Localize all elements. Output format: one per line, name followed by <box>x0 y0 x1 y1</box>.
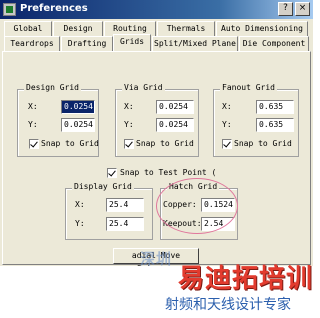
preferences-window: Preferences ? × Global Design Routing Th… <box>0 0 313 318</box>
tab-design[interactable]: Design <box>53 21 103 36</box>
fanout-grid-x-input[interactable]: 0.635 <box>256 100 294 114</box>
fanout-grid-x-label: X: <box>222 102 232 111</box>
tab-strip: Global Design Routing Thermals Auto Dime… <box>2 20 311 52</box>
design-grid-x-input[interactable]: 0.0254 <box>61 100 95 114</box>
fanout-grid-snap-checkbox[interactable] <box>222 139 232 149</box>
fanout-grid-y-label: Y: <box>222 120 232 129</box>
design-grid-snap-label: Snap to Grid <box>41 139 99 148</box>
tab-auto-dimensioning[interactable]: Auto Dimensioning <box>216 21 308 36</box>
app-icon <box>3 3 16 16</box>
tab-split-mixed-plane[interactable]: Split/Mixed Plane <box>152 36 238 51</box>
via-grid-y-label: Y: <box>124 120 134 129</box>
display-grid-group: Display Grid X: 25.4 Y: 25.4 <box>65 182 153 240</box>
fanout-grid-y-input[interactable]: 0.635 <box>256 118 294 132</box>
window-title: Preferences <box>20 3 88 14</box>
design-grid-y-input[interactable]: 0.0254 <box>61 118 95 132</box>
design-grid-x-label: X: <box>28 102 38 111</box>
via-grid-snap-checkbox[interactable] <box>124 139 134 149</box>
watermark-text-2: 易迪拓培训 <box>178 264 314 294</box>
close-button[interactable]: × <box>295 2 310 16</box>
snap-test-point-label: Snap to Test Point ( <box>120 168 217 177</box>
via-grid-x-input[interactable]: 0.0254 <box>156 100 194 114</box>
fanout-grid-group: Fanout Grid X: 0.635 Y: 0.635 Snap to Gr… <box>213 83 299 157</box>
fanout-grid-title: Fanout Grid <box>220 83 277 92</box>
fanout-grid-snap-label: Snap to Grid <box>234 139 292 148</box>
display-grid-x-label: X: <box>75 200 85 209</box>
via-grid-x-label: X: <box>124 102 134 111</box>
tab-global[interactable]: Global <box>4 21 52 36</box>
display-grid-x-input[interactable]: 25.4 <box>106 198 144 212</box>
watermark-text-1: 深圳 <box>140 250 173 268</box>
watermark-text-3: 射频和天线设计专家 <box>165 297 291 313</box>
tab-teardrops[interactable]: Teardrops <box>4 36 60 51</box>
design-grid-snap-checkbox[interactable] <box>29 139 39 149</box>
design-grid-title: Design Grid <box>24 83 81 92</box>
snap-test-point-checkbox[interactable] <box>107 168 117 178</box>
display-grid-y-label: Y: <box>75 219 85 228</box>
via-grid-group: Via Grid X: 0.0254 Y: 0.0254 Snap to Gri… <box>115 83 199 157</box>
tab-thermals[interactable]: Thermals <box>157 21 215 36</box>
via-grid-y-input[interactable]: 0.0254 <box>156 118 194 132</box>
tab-grids[interactable]: Grids <box>113 34 151 51</box>
display-grid-title: Display Grid <box>72 182 134 191</box>
via-grid-snap-label: Snap to Grid <box>136 139 194 148</box>
grids-panel: Design Grid X: 0.0254 Y: 0.0254 Snap to … <box>2 51 311 273</box>
tab-drafting[interactable]: Drafting <box>61 36 113 51</box>
design-grid-y-label: Y: <box>28 120 38 129</box>
annotation-circle <box>156 178 238 234</box>
design-grid-group: Design Grid X: 0.0254 Y: 0.0254 Snap to … <box>17 83 99 157</box>
help-button[interactable]: ? <box>278 2 293 16</box>
title-bar[interactable]: Preferences ? × <box>0 0 313 19</box>
display-grid-y-input[interactable]: 25.4 <box>106 217 144 231</box>
tab-die-component[interactable]: Die Component <box>239 36 309 51</box>
via-grid-title: Via Grid <box>122 83 165 92</box>
